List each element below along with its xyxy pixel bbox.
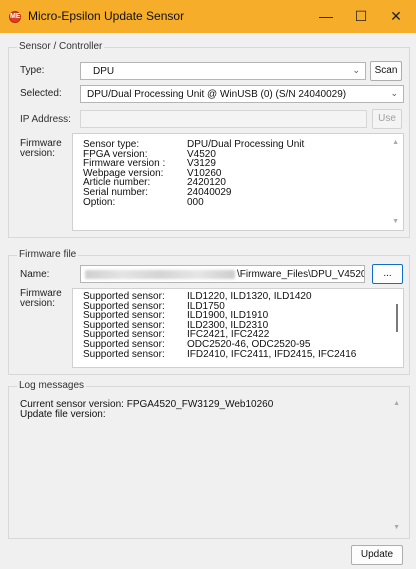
ip-address-input[interactable] [80,110,367,128]
log-messages-group-label: Log messages [17,380,87,391]
window-title: Micro-Epsilon Update Sensor [28,9,185,23]
minimize-button[interactable]: — [306,0,346,33]
title-bar[interactable]: ME Micro-Epsilon Update Sensor — ☐ ✕ [0,0,416,33]
type-select[interactable]: DPU ⌄ [80,62,366,80]
sensor-info-list: Sensor type: DPU/Dual Processing Unit FPGA… [83,140,304,208]
redacted-path [85,269,235,279]
supported-sensors-box[interactable]: Supported sensor: ILD1220, ILD1320, ILD14… [72,288,404,368]
ip-address-label: IP Address: [20,114,71,125]
firmware-file-path-input[interactable]: \Firmware_Files\DPU_V4520-3 [80,265,365,283]
use-button[interactable]: Use [372,109,402,129]
scroll-down-icon[interactable]: ▼ [392,218,399,225]
type-label: Type: [20,65,45,76]
maximize-button[interactable]: ☐ [341,0,381,33]
info-row-key: Option: [83,196,116,208]
info-row-value: 000 [187,196,204,208]
log-lines: Current sensor version: FPGA4520_FW3129_… [20,400,273,420]
app-window: ME Micro-Epsilon Update Sensor — ☐ ✕ Sen… [0,0,416,569]
sensor-firmware-label: Firmware version: [20,139,62,159]
info-row-key: Supported sensor: [83,348,165,360]
supported-sensors-list: Supported sensor: ILD1220, ILD1320, ILD14… [83,292,357,360]
info-row-value: IFD2410, IFC2411, IFD2415, IFC2416 [187,348,357,360]
scroll-up-icon[interactable]: ▲ [393,400,400,407]
update-button[interactable]: Update [351,545,403,565]
file-firmware-label-line2: version: [20,298,56,309]
name-label: Name: [20,269,50,280]
scan-button[interactable]: Scan [370,61,402,81]
type-select-value: DPU [93,66,115,77]
chevron-down-icon: ⌄ [390,88,398,98]
log-messages-box[interactable]: Current sensor version: FPGA4520_FW3129_… [14,394,404,537]
sensor-controller-group-label: Sensor / Controller [17,41,105,52]
sensor-firmware-label-line2: version: [20,148,56,159]
file-firmware-label: Firmware version: [20,289,62,309]
app-logo-icon: ME [9,11,21,23]
close-button[interactable]: ✕ [376,0,416,33]
info-row: Supported sensor: IFD2410, IFC2411, IFD24… [83,348,357,360]
supported-sensors-scrollbar[interactable] [396,304,398,332]
chevron-down-icon: ⌄ [352,65,360,75]
firmware-file-group-label: Firmware file [17,249,79,260]
log-line: Update file version: [20,409,106,420]
scroll-up-icon[interactable]: ▲ [392,139,399,146]
info-row: Option: 000 [83,196,304,208]
selected-label: Selected: [20,88,62,99]
sensor-info-box[interactable]: Sensor type: DPU/Dual Processing Unit FPGA… [72,133,404,231]
selected-device-select[interactable]: DPU/Dual Processing Unit @ WinUSB (0) (S… [80,85,404,103]
scroll-down-icon[interactable]: ▼ [393,524,400,531]
firmware-file-path-value: \Firmware_Files\DPU_V4520-3 [237,269,365,280]
browse-file-button[interactable]: ... [372,264,403,284]
selected-device-value: DPU/Dual Processing Unit @ WinUSB (0) (S… [87,89,347,100]
